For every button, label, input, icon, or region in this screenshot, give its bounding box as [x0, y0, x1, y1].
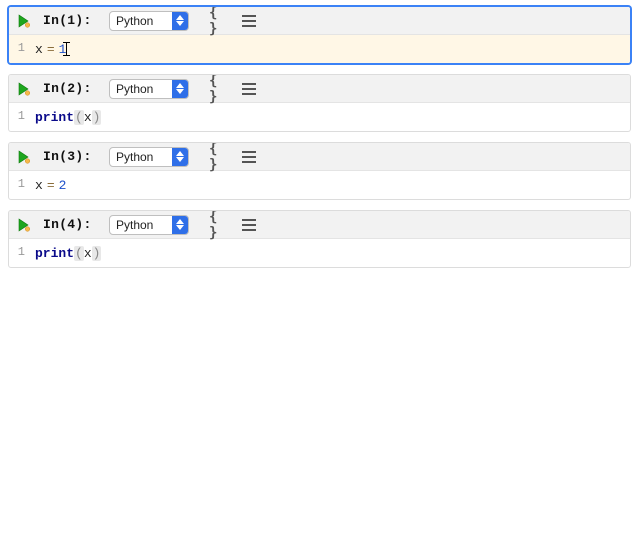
token-paren-open: (: [74, 110, 84, 125]
token-paren-close: ): [92, 246, 102, 261]
in-prompt-label: In(3):: [43, 149, 99, 164]
token-argument: x: [84, 110, 92, 125]
in-prompt-label: In(2):: [43, 81, 99, 96]
token-function: print: [35, 246, 74, 261]
cell: In(3): Python { } 1x=2: [8, 142, 631, 200]
code-content[interactable]: x=2: [31, 171, 70, 199]
token-argument: x: [84, 246, 92, 261]
language-select[interactable]: Python: [109, 215, 189, 235]
language-select-value: Python: [116, 218, 153, 232]
cell: In(2):Python{ }1print(x): [8, 74, 631, 132]
cell: In(1): Python { } 1x=1: [8, 6, 631, 64]
stepper-arrows-icon: [172, 148, 188, 166]
cell-toolbar: In(3): Python { }: [9, 143, 630, 171]
stepper-arrows-icon: [172, 80, 188, 98]
line-number-gutter: 1: [9, 35, 31, 63]
cell: In(4):Python{ }1print(x): [8, 210, 631, 268]
language-select-value: Python: [116, 82, 153, 96]
token-operator: =: [43, 42, 59, 57]
code-area[interactable]: 1print(x): [9, 239, 630, 267]
run-icon[interactable]: [15, 148, 33, 166]
in-prompt-label: In(1):: [43, 13, 99, 28]
menu-icon[interactable]: [239, 80, 259, 98]
line-number-gutter: 1: [9, 103, 31, 131]
token-operator: =: [43, 178, 59, 193]
language-select[interactable]: Python: [109, 147, 189, 167]
stepper-arrows-icon: [172, 12, 188, 30]
token-paren-close: ): [92, 110, 102, 125]
run-icon[interactable]: [15, 12, 33, 30]
token-variable: x: [35, 178, 43, 193]
line-number-gutter: 1: [9, 171, 31, 199]
token-variable: x: [35, 42, 43, 57]
language-select[interactable]: Python: [109, 79, 189, 99]
run-icon[interactable]: [15, 216, 33, 234]
braces-button[interactable]: { }: [209, 148, 229, 166]
menu-icon[interactable]: [239, 12, 259, 30]
line-number-gutter: 1: [9, 239, 31, 267]
menu-icon[interactable]: [239, 148, 259, 166]
cell-toolbar: In(4): Python { }: [9, 211, 630, 239]
code-area[interactable]: 1x=2: [9, 171, 630, 199]
language-select[interactable]: Python: [109, 11, 189, 31]
braces-button[interactable]: { }: [209, 12, 229, 30]
token-function: print: [35, 110, 74, 125]
token-paren-open: (: [74, 246, 84, 261]
code-content[interactable]: print(x): [31, 103, 105, 131]
language-select-value: Python: [116, 14, 153, 28]
cell-toolbar: In(2): Python { }: [9, 75, 630, 103]
braces-button[interactable]: { }: [209, 80, 229, 98]
braces-button[interactable]: { }: [209, 216, 229, 234]
run-icon[interactable]: [15, 80, 33, 98]
code-content[interactable]: x=1: [31, 35, 71, 63]
code-area[interactable]: 1x=1: [9, 35, 630, 63]
in-prompt-label: In(4):: [43, 217, 99, 232]
code-content[interactable]: print(x): [31, 239, 105, 267]
cell-toolbar: In(1): Python { }: [9, 7, 630, 35]
token-number: 2: [59, 178, 67, 193]
text-cursor: [66, 42, 67, 56]
language-select-value: Python: [116, 150, 153, 164]
stepper-arrows-icon: [172, 216, 188, 234]
code-area[interactable]: 1print(x): [9, 103, 630, 131]
menu-icon[interactable]: [239, 216, 259, 234]
